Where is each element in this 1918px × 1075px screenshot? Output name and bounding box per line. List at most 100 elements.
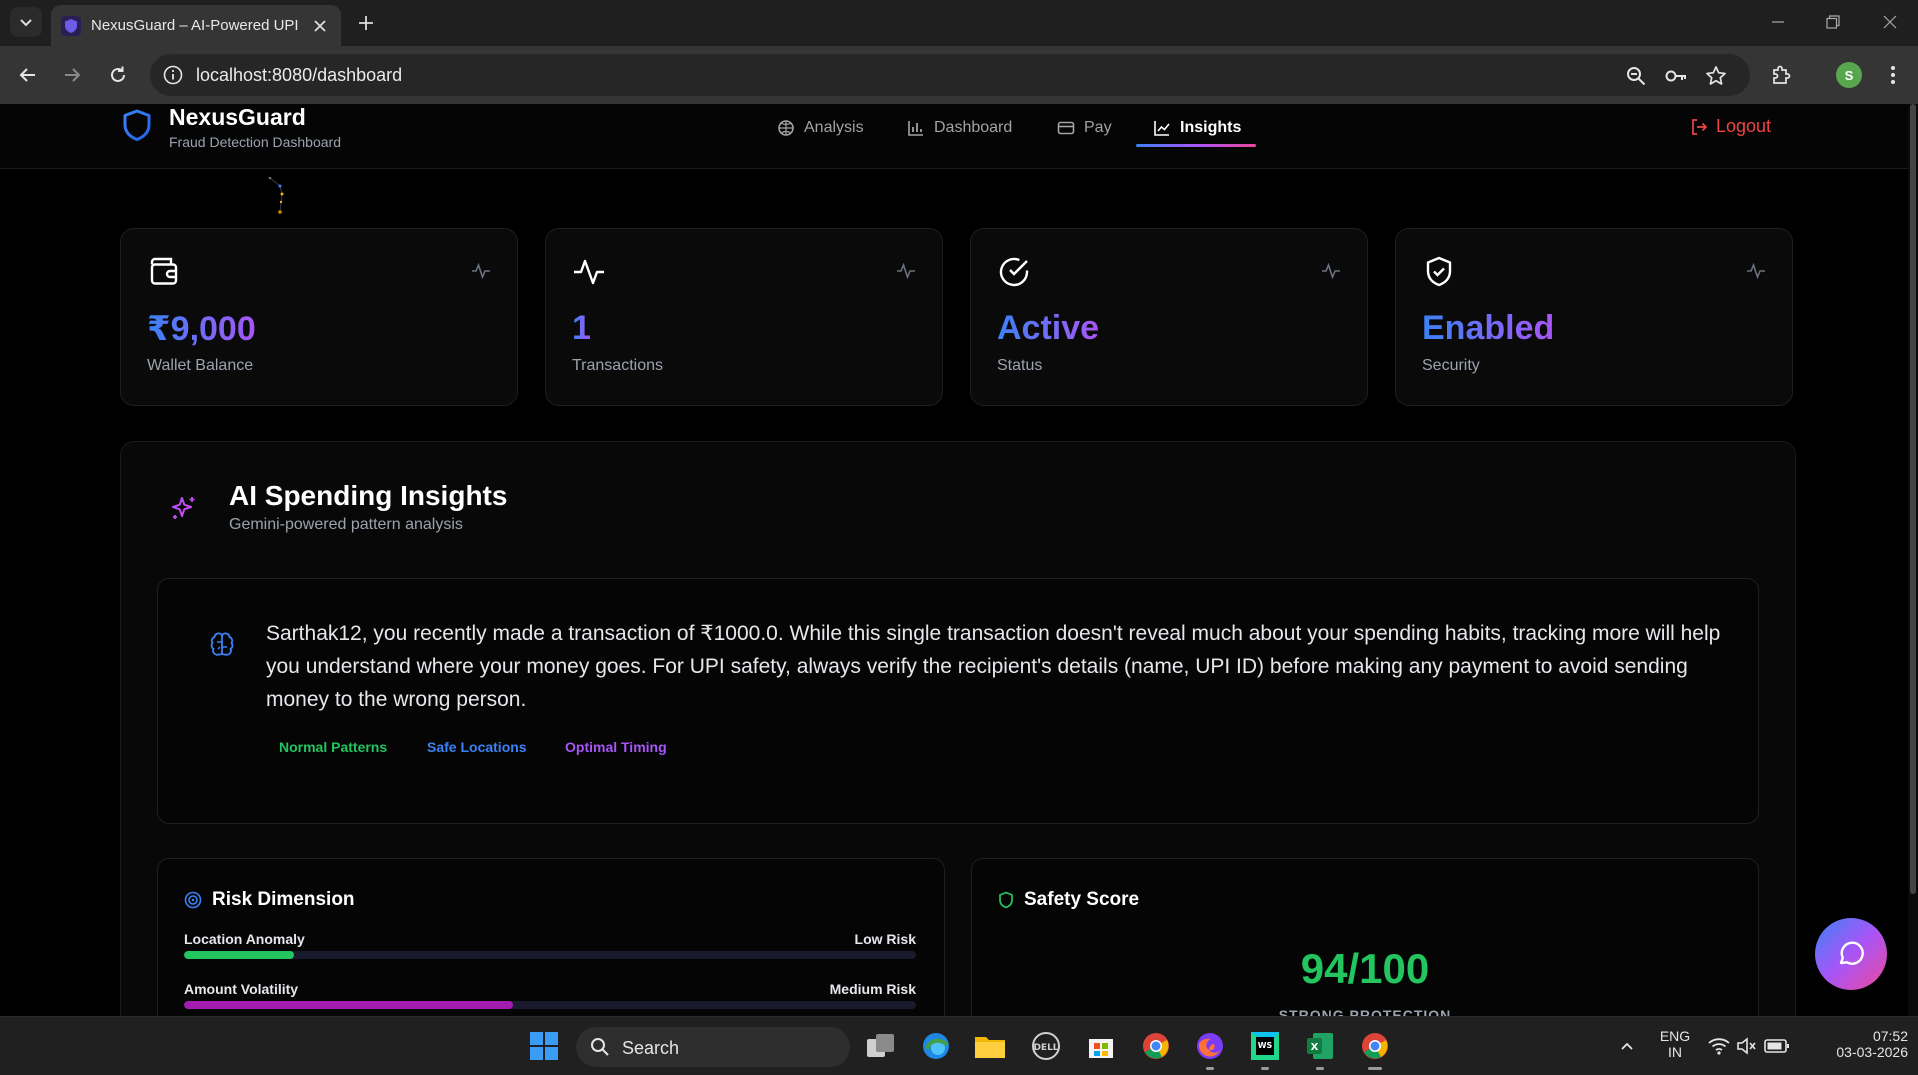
clock-date: 03-03-2026 [1836,1044,1908,1060]
minimize-button[interactable] [1758,8,1798,36]
dell-logo-icon: DELL [1032,1032,1060,1060]
new-tab-button[interactable] [352,9,380,37]
risk-location-track [184,951,916,959]
stat-card-transactions: 1 Transactions [545,228,943,406]
profile-avatar[interactable]: S [1836,62,1862,88]
webstorm-icon: WS [1251,1032,1279,1060]
taskbar-search[interactable]: Search [576,1027,850,1067]
insights-title: AI Spending Insights [229,480,508,511]
back-button[interactable] [13,60,43,90]
language-indicator[interactable]: ENG IN [1658,1028,1692,1060]
firefox-running-indicator [1206,1067,1214,1070]
svg-text:WS: WS [1258,1041,1273,1050]
language-region: IN [1668,1044,1682,1060]
firefox-icon [1197,1033,1223,1059]
svg-text:DELL: DELL [1033,1043,1058,1053]
transactions-value: 1 [572,309,591,347]
pulse-icon [574,259,604,285]
activity-icon [1322,262,1340,280]
security-label: Security [1422,357,1480,374]
show-hidden-icons-button[interactable] [1610,1029,1644,1063]
excel-app[interactable]: X [1303,1029,1337,1063]
puzzle-icon [1773,65,1791,84]
shield-logo-icon [123,109,151,141]
insight-message-text: Sarthak12, you recently made a transacti… [266,622,1721,711]
brain-icon [210,632,234,656]
edge-app[interactable] [919,1029,953,1063]
address-bar[interactable]: localhost:8080/dashboard [150,54,1750,96]
arrow-right-icon [65,68,81,82]
risk-location-level: Low Risk [854,931,916,947]
browser-menu-button[interactable] [1878,60,1908,90]
page-scrollbar[interactable] [1908,104,1918,1016]
clock-time: 07:52 [1872,1028,1908,1044]
microsoft-store-app[interactable] [1084,1029,1118,1063]
analysis-icon [778,120,794,136]
search-icon [591,1038,609,1056]
stat-card-status: Active Status [970,228,1368,406]
tag-optimal-timing: Optimal Timing [565,739,667,755]
store-icon [1089,1039,1113,1058]
bar-chart-icon [908,121,923,136]
reload-icon [111,66,125,82]
webstorm-app[interactable]: WS [1248,1029,1282,1063]
insights-subtitle: Gemini-powered pattern analysis [229,516,463,533]
tag-normal-patterns: Normal Patterns [279,739,388,755]
chrome-running-indicator [1368,1067,1382,1070]
scrollbar-thumb[interactable] [1910,104,1916,894]
system-tray-quick-settings[interactable] [1704,1029,1794,1063]
password-key-button[interactable] [1664,64,1688,88]
nav-analysis[interactable]: Analysis [777,116,864,140]
extensions-button[interactable] [1766,60,1796,90]
wallet-balance-value: ₹9,000 [147,310,256,348]
chrome-app[interactable] [1139,1029,1173,1063]
check-circle-icon [999,257,1029,287]
chat-assistant-button[interactable] [1815,918,1887,990]
transactions-label: Transactions [572,357,663,374]
shield-favicon-icon [61,15,81,36]
restore-button[interactable] [1813,8,1853,36]
chrome-app-active[interactable] [1358,1029,1392,1063]
nav-pay[interactable]: Pay [1057,116,1112,140]
window-close-button[interactable] [1870,8,1910,36]
dell-app[interactable]: DELL [1029,1029,1063,1063]
nav-analysis-label: Analysis [804,119,864,136]
firefox-app[interactable] [1193,1029,1227,1063]
nav-dashboard[interactable]: Dashboard [907,116,1012,140]
file-explorer-app[interactable] [973,1029,1007,1063]
logout-label: Logout [1716,116,1772,136]
url-text: localhost:8080/dashboard [196,65,403,85]
start-button[interactable] [527,1029,561,1063]
browser-tab-active[interactable]: NexusGuard – AI-Powered UPI F [51,5,341,46]
nav-insights-label: Insights [1180,119,1242,136]
info-icon [163,65,183,85]
zoom-icon [1627,67,1646,86]
windows-logo-icon [530,1032,558,1060]
sparkles-icon [172,497,195,519]
tab-close-button[interactable] [309,15,331,37]
task-view-button[interactable] [864,1029,898,1063]
bookmark-button[interactable] [1704,64,1728,88]
clock[interactable]: 07:52 03-03-2026 [1812,1028,1908,1060]
excel-icon: X [1307,1033,1333,1059]
battery-icon [1764,1039,1789,1053]
reload-button[interactable] [103,60,133,90]
stat-card-wallet: ₹9,000 Wallet Balance [120,228,518,406]
tab-search-button[interactable] [10,7,42,37]
nav-insights[interactable]: Insights [1153,116,1241,140]
nav-dashboard-label: Dashboard [934,119,1013,136]
logout-button[interactable]: Logout [1690,116,1771,137]
safety-score-label: STRONG PROTECTION [1278,1007,1452,1016]
browser-toolbar: localhost:8080/dashboard S [0,46,1918,104]
webstorm-running-indicator [1261,1067,1269,1070]
tag-safe-locations: Safe Locations [427,739,527,755]
key-icon [1665,70,1686,82]
risk-location-label: Location Anomaly [184,931,305,947]
forward-button[interactable] [57,60,87,90]
task-view-icon [867,1034,894,1057]
wallet-balance-label: Wallet Balance [147,357,254,374]
status-label: Status [997,357,1043,374]
zoom-button[interactable] [1624,64,1648,88]
risk-amount-track [184,1001,916,1009]
safety-score-header: Safety Score [998,889,1139,911]
